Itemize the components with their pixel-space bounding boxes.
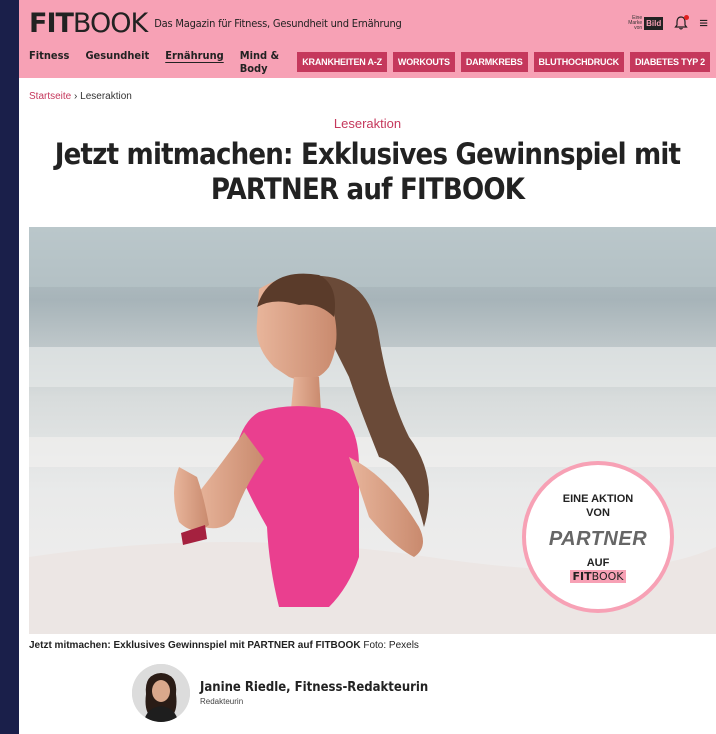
nav-categories: Fitness Gesundheit Ernährung Mind & Body bbox=[29, 49, 297, 75]
pill-bluthochdruck[interactable]: BLUTHOCHDRUCK bbox=[533, 52, 624, 72]
notification-bell-icon[interactable] bbox=[673, 15, 690, 31]
hero-image: EINE AKTION VON PARTNER AUF FITBOOK bbox=[29, 227, 716, 634]
topic-pills: KRANKHEITEN A-Z WORKOUTS DARMKREBS BLUTH… bbox=[297, 52, 710, 72]
author-avatar[interactable] bbox=[132, 664, 190, 722]
fitbook-logo[interactable]: FIT BOOK bbox=[29, 7, 148, 39]
pill-krankheiten[interactable]: KRANKHEITEN A-Z bbox=[297, 52, 387, 72]
caption-credit: Foto: Pexels bbox=[363, 640, 419, 651]
breadcrumb-current: Leseraktion bbox=[80, 91, 132, 102]
author-box: Janine Riedle, Fitness-Redakteurin Redak… bbox=[132, 664, 428, 722]
badge-partner-name: PARTNER bbox=[548, 527, 648, 550]
breadcrumb-separator: › bbox=[74, 91, 78, 102]
nav-item-gesundheit[interactable]: Gesundheit bbox=[85, 49, 149, 75]
hamburger-menu-icon[interactable]: ≡ bbox=[699, 15, 708, 32]
bild-brand-text: Eine Marke von bbox=[628, 14, 643, 31]
author-name[interactable]: Janine Riedle, Fitness-Redakteurin bbox=[200, 680, 428, 695]
nav-item-mind-body[interactable]: Mind & Body bbox=[240, 49, 298, 75]
logo-fit: FIT bbox=[29, 7, 74, 39]
badge-logo-fit: FIT bbox=[572, 569, 592, 583]
pill-diabetes[interactable]: DIABETES TYP 2 bbox=[629, 52, 710, 72]
caption-text: Jetzt mitmachen: Exklusives Gewinnspiel … bbox=[29, 640, 361, 651]
pill-darmkrebs[interactable]: DARMKREBS bbox=[460, 52, 528, 72]
top-header: FIT BOOK Das Magazin für Fitness, Gesundh… bbox=[19, 0, 716, 46]
pill-workouts[interactable]: WORKOUTS bbox=[392, 52, 455, 72]
site-tagline: Das Magazin für Fitness, Gesundheit und … bbox=[154, 16, 402, 30]
bild-logo: Bild bbox=[644, 16, 664, 30]
partner-badge: EINE AKTION VON PARTNER AUF FITBOOK bbox=[522, 461, 674, 613]
badge-fitbook-logo: FITBOOK bbox=[570, 569, 626, 583]
author-info: Janine Riedle, Fitness-Redakteurin Redak… bbox=[200, 680, 428, 706]
header-icons: Eine Marke von Bild ≡ bbox=[628, 15, 708, 32]
bild-brand[interactable]: Eine Marke von Bild bbox=[628, 14, 664, 31]
article-headline: Jetzt mitmachen: Exklusives Gewinnspiel … bbox=[54, 137, 681, 206]
badge-logo-book: BOOK bbox=[591, 569, 624, 583]
logo-book: BOOK bbox=[72, 7, 148, 39]
image-caption: Jetzt mitmachen: Exklusives Gewinnspiel … bbox=[29, 640, 419, 651]
badge-intro-text: EINE AKTION VON bbox=[562, 492, 634, 519]
author-role: Redakteurin bbox=[200, 697, 244, 706]
badge-auf-text: AUF bbox=[586, 556, 610, 569]
breadcrumb-home-link[interactable]: Startseite bbox=[29, 91, 71, 102]
page-frame: FIT BOOK Das Magazin für Fitness, Gesundh… bbox=[19, 0, 716, 734]
nav-item-ernaehrung[interactable]: Ernährung bbox=[165, 49, 223, 75]
nav-item-fitness[interactable]: Fitness bbox=[29, 49, 69, 75]
article-kicker: Leseraktion bbox=[333, 116, 402, 131]
main-navigation: Fitness Gesundheit Ernährung Mind & Body… bbox=[19, 46, 716, 78]
breadcrumb: Startseite › Leseraktion bbox=[19, 78, 716, 105]
